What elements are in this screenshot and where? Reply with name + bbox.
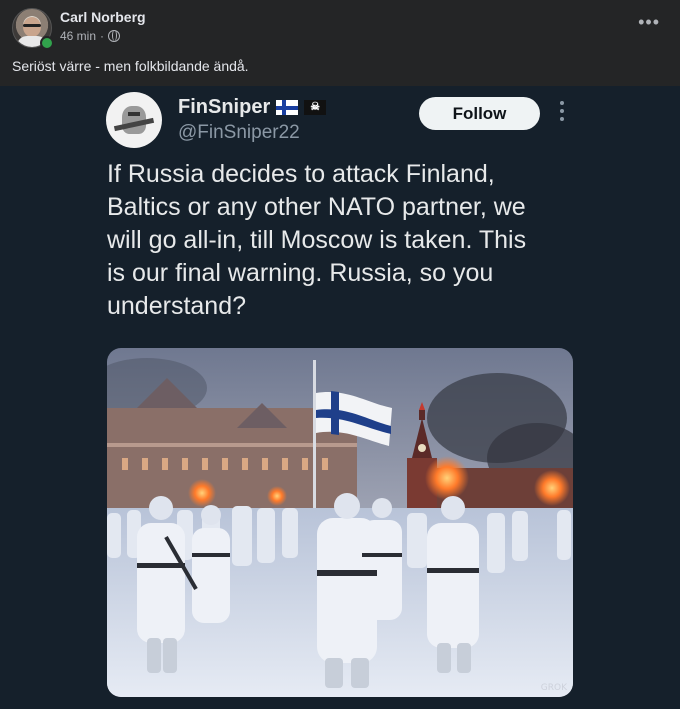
avatar-face — [23, 17, 41, 37]
online-status-icon — [40, 36, 54, 50]
tweet-card[interactable]: FinSniper ☠ @FinSniper22 Follow If Russi… — [0, 86, 680, 709]
meta-separator: · — [100, 29, 105, 43]
finland-flag-icon — [276, 100, 299, 115]
avatar-visor — [128, 112, 140, 116]
more-vertical-icon[interactable] — [559, 101, 565, 125]
post-header: Carl Norberg 46 min · ••• — [0, 0, 680, 52]
tweet-image[interactable]: GROK — [107, 348, 573, 697]
author-name[interactable]: Carl Norberg — [60, 9, 146, 25]
avatar-glasses — [23, 24, 41, 27]
follow-button[interactable]: Follow — [419, 97, 540, 130]
tweet-display-name[interactable]: FinSniper — [178, 96, 270, 119]
post-meta: 46 min · — [60, 29, 121, 43]
post-time[interactable]: 46 min — [60, 29, 96, 43]
tweet-handle[interactable]: @FinSniper22 — [178, 122, 300, 144]
tweet-text: If Russia decides to attack Finland, Bal… — [107, 160, 527, 320]
tweet-avatar[interactable] — [106, 92, 162, 148]
tweet-name-row: FinSniper ☠ — [178, 96, 327, 119]
pirate-flag-icon: ☠ — [304, 100, 327, 115]
red-square-scene — [107, 348, 573, 697]
more-horizontal-icon[interactable]: ••• — [638, 12, 660, 33]
post-text: Seriöst värre - men folkbildande ändå. — [12, 58, 249, 74]
globe-icon — [108, 30, 121, 42]
image-watermark: GROK — [540, 683, 567, 693]
